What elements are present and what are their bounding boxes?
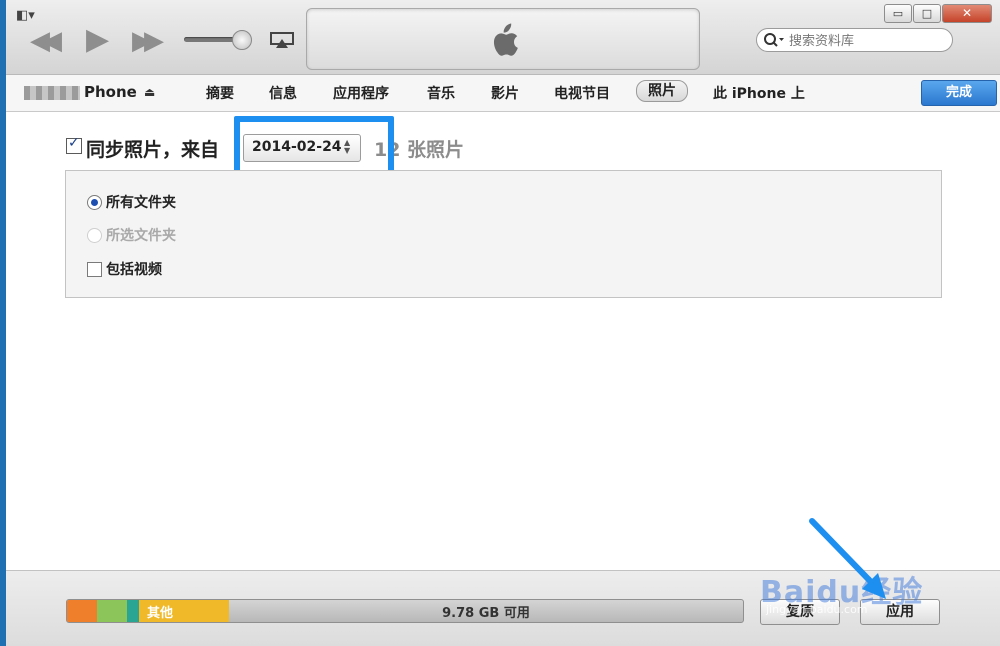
include-videos-checkbox[interactable] [87, 262, 102, 277]
itunes-window: ◧▾ ◀◀ ▶ ▶▶ ▭ □ ✕ [6, 0, 1000, 646]
search-box[interactable] [756, 28, 953, 52]
minimize-button[interactable]: ▭ [884, 4, 912, 23]
storage-capacity-bar: 其他 9.78 GB 可用 [66, 599, 744, 623]
tab-tv-shows[interactable]: 电视节目 [554, 83, 610, 103]
tab-summary[interactable]: 摘要 [206, 83, 234, 103]
tab-movies[interactable]: 影片 [491, 83, 519, 103]
volume-knob[interactable] [232, 30, 252, 50]
photos-sync-panel: ✓ 同步照片，来自 2014-02-24 ▲ ▼ 12 张照片 所有文件夹 所选文… [6, 112, 1000, 570]
search-input[interactable] [787, 31, 949, 51]
done-button[interactable]: 完成 [921, 80, 997, 106]
all-folders-label[interactable]: 所有文件夹 [106, 192, 176, 212]
blurred-device-name [24, 86, 80, 100]
selected-folders-label[interactable]: 所选文件夹 [106, 225, 176, 245]
eject-icon[interactable]: ⏏ [144, 85, 155, 99]
storage-segment-green [97, 600, 127, 622]
highlight-box [234, 116, 394, 176]
airplay-icon[interactable] [270, 32, 294, 48]
maximize-button[interactable]: □ [913, 4, 941, 23]
device-tab-bar: Phone ⏏ 摘要 信息 应用程序 音乐 影片 电视节目 照片 此 iPhon… [6, 75, 1000, 112]
window-menu-icon[interactable]: ◧▾ [16, 8, 35, 23]
device-name[interactable]: Phone [84, 83, 137, 101]
play-icon[interactable]: ▶ [86, 22, 109, 57]
storage-free-label: 9.78 GB 可用 [442, 606, 530, 621]
fast-forward-icon[interactable]: ▶▶ [132, 26, 164, 56]
close-button[interactable]: ✕ [942, 4, 992, 23]
tab-info[interactable]: 信息 [269, 83, 297, 103]
pointer-arrow-icon [809, 518, 886, 599]
tab-music[interactable]: 音乐 [427, 83, 455, 103]
player-toolbar: ◧▾ ◀◀ ▶ ▶▶ ▭ □ ✕ [6, 0, 1000, 75]
status-display [306, 8, 700, 70]
sync-photos-label: 同步照片，来自 [86, 139, 220, 161]
search-icon[interactable] [763, 32, 785, 48]
storage-other-label: 其他 [147, 606, 174, 621]
sync-options-box: 所有文件夹 所选文件夹 包括视频 [65, 170, 942, 298]
tab-photos[interactable]: 照片 [636, 80, 688, 102]
storage-segment-orange [67, 600, 97, 622]
storage-segment-teal [127, 600, 139, 622]
all-folders-radio[interactable] [87, 195, 102, 210]
include-videos-label[interactable]: 包括视频 [106, 259, 162, 279]
tab-on-this-iphone[interactable]: 此 iPhone 上 [713, 83, 805, 103]
sync-photos-checkbox[interactable]: ✓ [66, 135, 82, 154]
rewind-icon[interactable]: ◀◀ [30, 26, 62, 56]
selected-folders-radio[interactable] [87, 228, 102, 243]
apple-logo-icon [493, 23, 518, 56]
tab-apps[interactable]: 应用程序 [333, 83, 389, 103]
